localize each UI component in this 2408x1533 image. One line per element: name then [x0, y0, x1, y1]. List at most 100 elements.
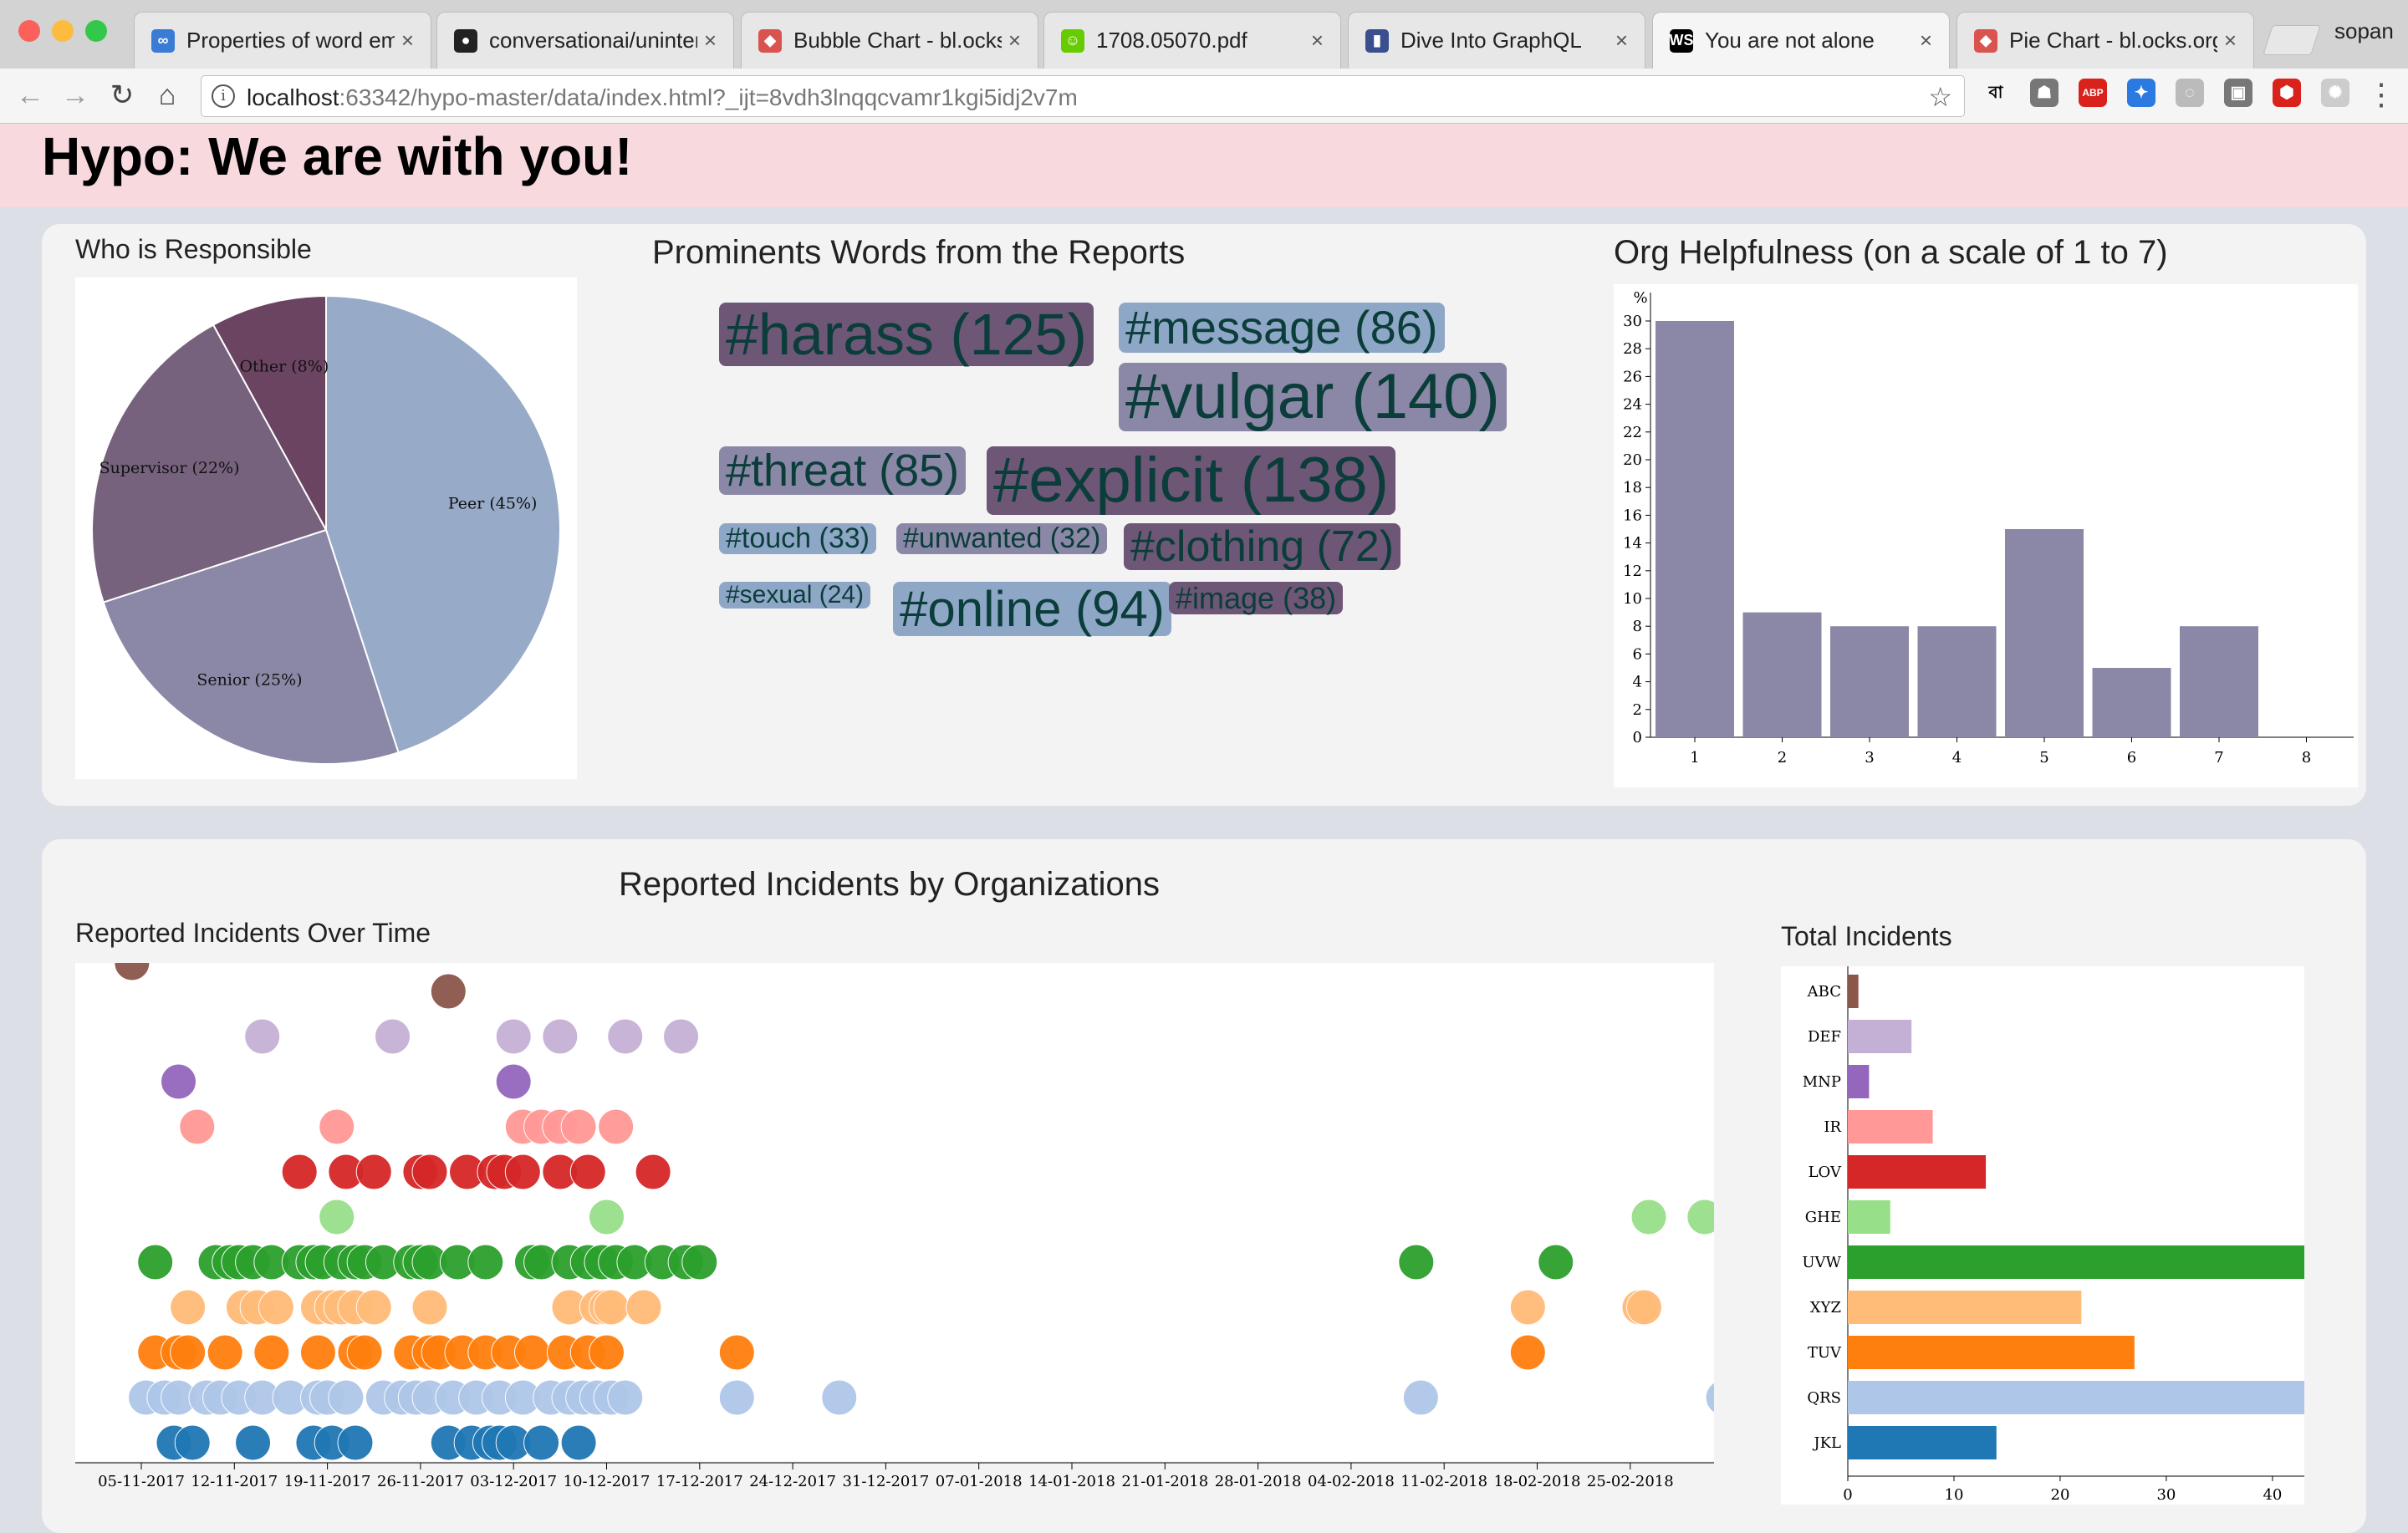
incident-dot[interactable]	[430, 973, 467, 1010]
word-tag[interactable]: #harass (125)	[719, 303, 1094, 366]
total-incidents-bar[interactable]	[1848, 1291, 2082, 1324]
incident-dot[interactable]	[411, 1154, 448, 1190]
tab-close-icon[interactable]: ×	[401, 28, 414, 53]
incident-dot[interactable]	[513, 1334, 550, 1371]
word-tag[interactable]: #touch (33)	[719, 523, 876, 554]
incident-dot[interactable]	[589, 1199, 625, 1235]
incident-dot[interactable]	[235, 1424, 272, 1461]
incident-dot[interactable]	[718, 1379, 755, 1416]
circle-extension-icon[interactable]: ◌	[2176, 79, 2204, 107]
incident-dot[interactable]	[467, 1244, 504, 1281]
browser-tab[interactable]: ● conversationai/uninter ×	[436, 12, 734, 69]
browser-tab[interactable]: ◆ Bubble Chart - bl.ocks ×	[741, 12, 1038, 69]
tab-close-icon[interactable]: ×	[1615, 28, 1628, 53]
word-tag[interactable]: #online (94)	[893, 582, 1171, 636]
incident-dot[interactable]	[560, 1108, 597, 1145]
incident-dot[interactable]	[319, 1108, 355, 1145]
helpfulness-bar[interactable]	[2092, 668, 2171, 737]
incident-dot[interactable]	[1686, 1199, 1723, 1235]
incident-dot[interactable]	[718, 1334, 755, 1371]
total-incidents-bar[interactable]	[1848, 1020, 1912, 1053]
incident-dot[interactable]	[375, 1018, 411, 1055]
incident-dot[interactable]	[495, 1018, 532, 1055]
total-incidents-bar[interactable]	[1848, 1200, 1890, 1234]
helpfulness-bar[interactable]	[1830, 626, 1909, 737]
incident-dot[interactable]	[170, 1334, 207, 1371]
total-incidents-bar[interactable]	[1848, 1245, 2304, 1279]
total-incidents-bar[interactable]	[1848, 1065, 1870, 1098]
incident-dot[interactable]	[504, 1154, 541, 1190]
incident-dot[interactable]	[355, 1289, 392, 1326]
incident-dot[interactable]	[495, 1063, 532, 1100]
shield-extension-icon[interactable]: ⬢	[2273, 79, 2301, 107]
incident-dot[interactable]	[1509, 1289, 1546, 1326]
back-button[interactable]: ←	[13, 79, 47, 112]
reload-button[interactable]: ↻	[105, 79, 139, 112]
minimize-window-button[interactable]	[52, 20, 74, 42]
new-tab-button[interactable]	[2263, 25, 2321, 55]
incident-dot[interactable]	[281, 1154, 318, 1190]
helpfulness-bar[interactable]	[1917, 626, 1997, 737]
word-tag[interactable]: #image (38)	[1169, 582, 1344, 614]
word-tag[interactable]: #sexual (24)	[719, 582, 871, 609]
incident-dot[interactable]	[179, 1108, 216, 1145]
tab-close-icon[interactable]: ×	[1311, 28, 1324, 53]
incident-dot[interactable]	[569, 1154, 606, 1190]
browser-tab[interactable]: ◆ Pie Chart - bl.ocks.org ×	[1956, 12, 2254, 69]
incident-dot[interactable]	[174, 1424, 211, 1461]
incident-dot[interactable]	[663, 1018, 700, 1055]
word-tag[interactable]: #message (86)	[1119, 303, 1445, 353]
tab-close-icon[interactable]: ×	[1008, 28, 1021, 53]
incident-dot[interactable]	[207, 1334, 243, 1371]
total-incidents-bar[interactable]	[1848, 1110, 1933, 1143]
word-tag[interactable]: #clothing (72)	[1124, 523, 1401, 570]
incident-dot[interactable]	[681, 1244, 718, 1281]
incident-dot[interactable]	[1625, 1289, 1662, 1326]
incident-dot[interactable]	[607, 1379, 644, 1416]
home-button[interactable]: ⌂	[150, 79, 184, 112]
incident-dot[interactable]	[137, 1244, 174, 1281]
menu-icon[interactable]: ⋮	[2366, 77, 2396, 112]
incident-dot[interactable]	[244, 1018, 281, 1055]
helpfulness-bar[interactable]	[2180, 626, 2258, 737]
browser-tab[interactable]: WS You are not alone ×	[1652, 12, 1950, 69]
incident-dot[interactable]	[258, 1289, 294, 1326]
tab-close-icon[interactable]: ×	[1920, 28, 1932, 53]
blue-extension-icon[interactable]: ✦	[2127, 79, 2155, 107]
incident-dot[interactable]	[589, 1334, 625, 1371]
zoom-window-button[interactable]	[85, 20, 107, 42]
word-tag[interactable]: #threat (85)	[719, 446, 967, 495]
incident-dot[interactable]	[411, 1289, 448, 1326]
incident-dot[interactable]	[170, 1289, 207, 1326]
incident-dot[interactable]	[1398, 1244, 1435, 1281]
incident-dot[interactable]	[346, 1334, 383, 1371]
incident-dot[interactable]	[523, 1424, 560, 1461]
total-incidents-bar[interactable]	[1848, 1426, 1997, 1459]
incident-dot[interactable]	[542, 1018, 579, 1055]
incident-dot[interactable]	[161, 1063, 197, 1100]
incident-dot[interactable]	[1509, 1334, 1546, 1371]
incident-dot[interactable]	[821, 1379, 858, 1416]
word-tag[interactable]: #vulgar (140)	[1119, 363, 1507, 431]
bookmark-star-icon[interactable]: ☆	[1928, 81, 1952, 113]
incident-dot[interactable]	[355, 1154, 392, 1190]
word-tag[interactable]: #unwanted (32)	[896, 523, 1108, 554]
incident-dot[interactable]	[337, 1424, 374, 1461]
profile-name[interactable]: sopan	[2334, 18, 2394, 44]
incident-dot[interactable]	[299, 1334, 336, 1371]
incident-dot[interactable]	[114, 945, 150, 981]
incident-dot[interactable]	[560, 1424, 597, 1461]
incident-dot[interactable]	[635, 1154, 671, 1190]
incident-dot[interactable]	[625, 1289, 662, 1326]
ghost-extension-icon[interactable]: ☗	[2030, 79, 2059, 107]
adblock-extension-icon[interactable]: ABP	[2079, 79, 2107, 107]
total-incidents-bar[interactable]	[1848, 1336, 2135, 1369]
tab-close-icon[interactable]: ×	[2224, 28, 2237, 53]
incident-dot[interactable]	[1630, 1199, 1667, 1235]
info-icon[interactable]: i	[212, 84, 235, 108]
tab-close-icon[interactable]: ×	[704, 28, 717, 53]
total-incidents-bar[interactable]	[1848, 1155, 1987, 1189]
bangla-extension-icon[interactable]: বা	[1982, 79, 2010, 107]
box-extension-icon[interactable]: ▣	[2224, 79, 2252, 107]
helpfulness-bar[interactable]	[2005, 529, 2084, 737]
